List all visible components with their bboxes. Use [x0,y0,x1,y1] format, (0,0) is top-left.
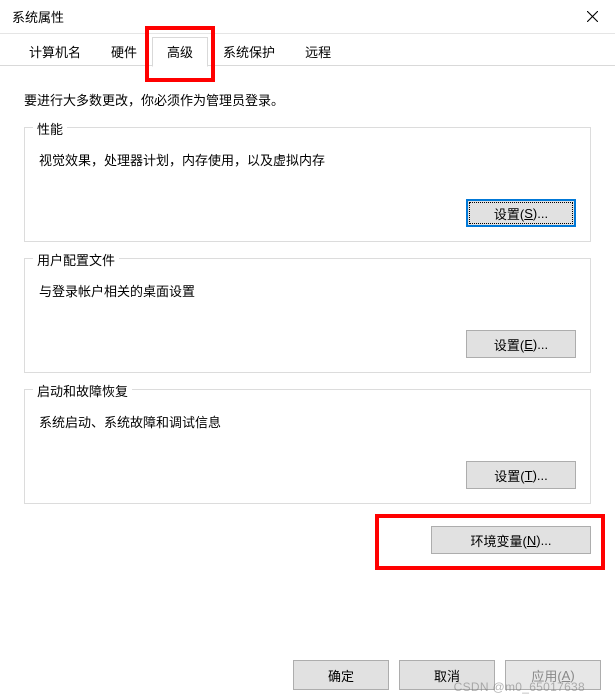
intro-text: 要进行大多数更改，你必须作为管理员登录。 [24,90,591,109]
ok-button[interactable]: 确定 [293,660,389,690]
tab-advanced-label: 高级 [167,45,193,60]
profiles-settings-button[interactable]: 设置(E)... [466,330,576,358]
tab-content-advanced: 要进行大多数更改，你必须作为管理员登录。 性能 视觉效果，处理器计划，内存使用，… [0,66,615,572]
dialog-footer: 确定 取消 应用(A) [293,660,601,690]
groupbox-startup: 启动和故障恢复 系统启动、系统故障和调试信息 设置(T)... [24,389,591,504]
tab-computer-name[interactable]: 计算机名 [14,37,96,66]
tab-advanced[interactable]: 高级 [152,37,208,67]
performance-settings-button[interactable]: 设置(S)... [466,199,576,227]
window-title: 系统属性 [12,7,64,26]
groupbox-startup-btn-row: 设置(T)... [39,461,576,489]
tab-system-protection[interactable]: 系统保护 [208,37,290,66]
groupbox-performance-desc: 视觉效果，处理器计划，内存使用，以及虚拟内存 [39,150,576,169]
groupbox-performance-title: 性能 [33,119,67,138]
groupbox-profiles: 用户配置文件 与登录帐户相关的桌面设置 设置(E)... [24,258,591,373]
groupbox-profiles-title: 用户配置文件 [33,250,119,269]
env-button-row: 环境变量(N)... [24,520,591,560]
groupbox-profiles-btn-row: 设置(E)... [39,330,576,358]
groupbox-startup-desc: 系统启动、系统故障和调试信息 [39,412,576,431]
startup-settings-button[interactable]: 设置(T)... [466,461,576,489]
groupbox-startup-title: 启动和故障恢复 [33,381,132,400]
dialog-body: 计算机名 硬件 高级 系统保护 远程 要进行大多数更改，你必须作为管理员登录。 … [0,34,615,700]
cancel-button[interactable]: 取消 [399,660,495,690]
apply-button[interactable]: 应用(A) [505,660,601,690]
groupbox-performance: 性能 视觉效果，处理器计划，内存使用，以及虚拟内存 设置(S)... [24,127,591,242]
groupbox-profiles-desc: 与登录帐户相关的桌面设置 [39,281,576,300]
tab-remote[interactable]: 远程 [290,37,346,66]
close-icon [587,11,598,22]
titlebar: 系统属性 [0,0,615,34]
groupbox-performance-btn-row: 设置(S)... [39,199,576,227]
tab-hardware[interactable]: 硬件 [96,37,152,66]
tab-row: 计算机名 硬件 高级 系统保护 远程 [0,34,615,66]
environment-variables-button[interactable]: 环境变量(N)... [431,526,591,554]
close-button[interactable] [569,0,615,34]
